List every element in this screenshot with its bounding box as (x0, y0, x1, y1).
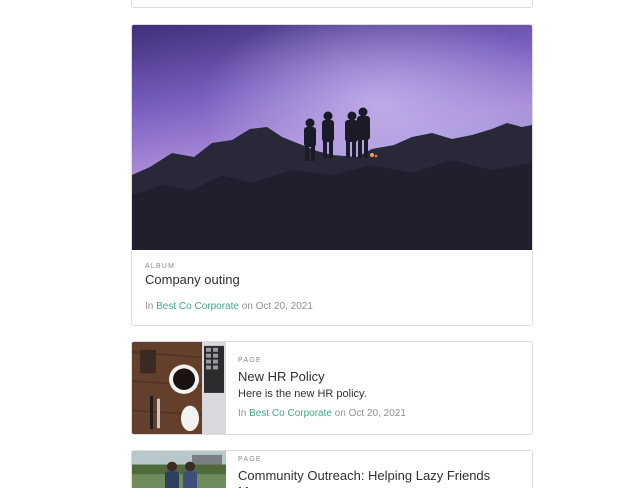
album-cover-image[interactable] (132, 25, 532, 250)
page-description: Here is the new HR policy. (238, 388, 367, 400)
meta-date: on Oct 20, 2021 (241, 301, 313, 312)
album-title[interactable]: Company outing (145, 272, 519, 288)
meta-prefix: In (238, 408, 247, 419)
album-meta: In Best Co Corporate on Oct 20, 2021 (145, 301, 519, 312)
page-meta: In Best Co Corporate on Oct 20, 2021 (238, 408, 522, 419)
page-card[interactable]: PAGE Community Outreach: Helping Lazy Fr… (131, 450, 533, 488)
group-link[interactable]: Best Co Corporate (249, 408, 332, 419)
page-thumbnail-image[interactable] (132, 342, 226, 434)
content-type-label: PAGE (238, 357, 262, 364)
album-card-body: ALBUM Company outing In Best Co Corporat… (145, 263, 519, 312)
page-title[interactable]: Community Outreach: Helping Lazy Friends… (238, 468, 522, 488)
content-feed: ALBUM Company outing In Best Co Corporat… (0, 0, 638, 488)
group-link[interactable]: Best Co Corporate (156, 301, 239, 312)
meta-prefix: In (145, 301, 154, 312)
content-type-label: PAGE (238, 456, 262, 463)
page-thumbnail-image[interactable] (132, 451, 226, 488)
page-card-body: PAGE New HR Policy Here is the new HR po… (238, 357, 522, 419)
page-title[interactable]: New HR Policy (238, 369, 522, 385)
previous-card[interactable] (131, 0, 533, 8)
content-type-label: ALBUM (145, 263, 176, 270)
meta-date: on Oct 20, 2021 (334, 408, 406, 419)
page-card[interactable]: PAGE New HR Policy Here is the new HR po… (131, 341, 533, 435)
album-card[interactable]: ALBUM Company outing In Best Co Corporat… (131, 24, 533, 326)
page-card-body: PAGE Community Outreach: Helping Lazy Fr… (238, 456, 522, 488)
